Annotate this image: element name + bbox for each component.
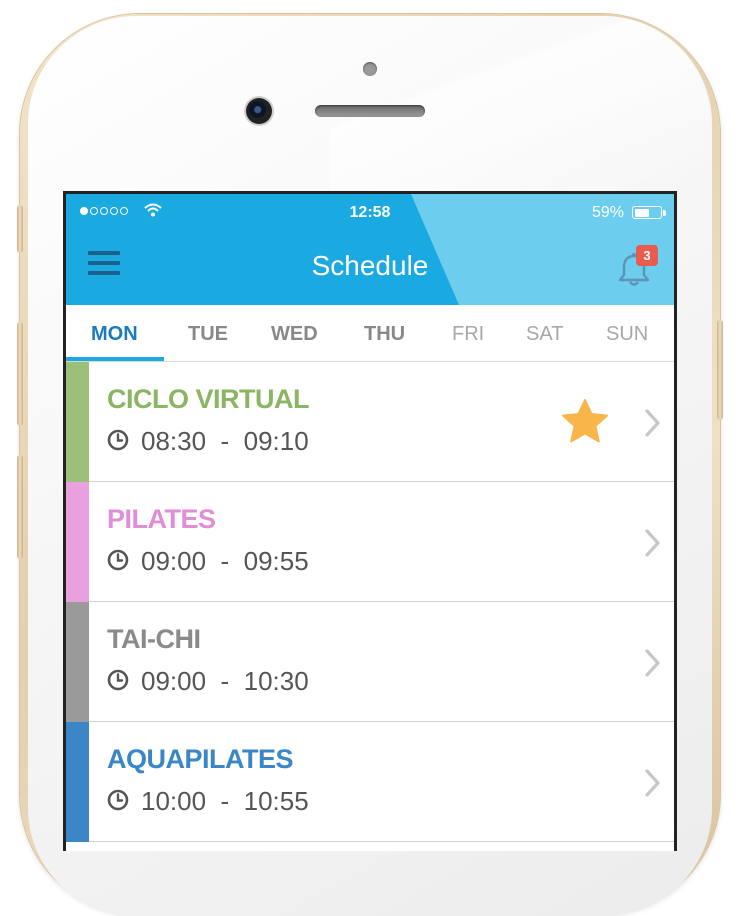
class-end-time: 09:55 bbox=[243, 546, 309, 576]
class-time: 09:00 - 10:30 bbox=[141, 666, 309, 697]
notification-badge: 3 bbox=[636, 245, 658, 266]
class-color-bar bbox=[66, 602, 89, 722]
class-start-time: 08:30 bbox=[141, 426, 207, 456]
volume-up-button bbox=[17, 322, 23, 426]
clock-icon bbox=[107, 669, 129, 691]
chevron-right-icon bbox=[645, 529, 660, 557]
clock-icon bbox=[107, 429, 129, 451]
class-name: PILATES bbox=[107, 504, 216, 534]
page-title: Schedule bbox=[311, 250, 429, 281]
chevron-right-icon bbox=[645, 769, 660, 797]
class-row[interactable]: AQUAPILATES 10:00 - 10:55 bbox=[66, 722, 674, 842]
class-name: TAI-CHI bbox=[107, 624, 201, 654]
class-color-bar bbox=[66, 362, 89, 482]
class-end-time: 10:30 bbox=[243, 666, 309, 696]
class-time: 08:30 - 09:10 bbox=[141, 426, 309, 457]
active-tab-indicator bbox=[66, 357, 164, 361]
class-row[interactable]: PILATES 09:00 - 09:55 bbox=[66, 482, 674, 602]
class-name: AQUAPILATES bbox=[107, 744, 294, 774]
day-tabs: MON TUE WED THU FRI SAT SUN bbox=[66, 305, 674, 362]
class-time-separator: - bbox=[206, 426, 244, 456]
status-bar: 12:58 59% bbox=[66, 194, 674, 230]
tab-fri[interactable]: FRI bbox=[452, 323, 484, 346]
phone-screen: 12:58 59% Schedule 3 MON TUE WED THU FRI… bbox=[63, 191, 677, 851]
tab-mon[interactable]: MON bbox=[91, 323, 138, 346]
class-time: 10:00 - 10:55 bbox=[141, 786, 309, 817]
class-time-separator: - bbox=[206, 666, 244, 696]
class-end-time: 09:10 bbox=[243, 426, 309, 456]
class-end-time: 10:55 bbox=[243, 786, 309, 816]
class-start-time: 10:00 bbox=[141, 786, 207, 816]
tab-sat[interactable]: SAT bbox=[526, 323, 563, 346]
class-start-time: 09:00 bbox=[141, 666, 207, 696]
class-start-time: 09:00 bbox=[141, 546, 207, 576]
battery-percent: 59% bbox=[591, 204, 624, 221]
tab-thu[interactable]: THU bbox=[364, 323, 405, 346]
class-color-bar bbox=[66, 722, 89, 842]
chevron-right-icon bbox=[645, 649, 660, 677]
proximity-sensor bbox=[363, 62, 377, 76]
class-list: CICLO VIRTUAL 08:30 - 09:10 PILATES 09:0… bbox=[66, 362, 674, 842]
star-icon[interactable] bbox=[561, 398, 609, 444]
class-color-bar bbox=[66, 482, 89, 602]
class-time-separator: - bbox=[206, 786, 244, 816]
tab-wed[interactable]: WED bbox=[271, 323, 318, 346]
class-name: CICLO VIRTUAL bbox=[107, 384, 310, 414]
battery-icon bbox=[632, 206, 662, 219]
app-screen: 12:58 59% Schedule 3 MON TUE WED THU FRI… bbox=[66, 194, 674, 851]
battery-level bbox=[634, 208, 649, 217]
earpiece-speaker bbox=[315, 105, 425, 117]
chevron-right-icon bbox=[645, 409, 660, 437]
clock-icon bbox=[107, 549, 129, 571]
front-camera bbox=[246, 98, 272, 124]
mute-switch bbox=[17, 205, 23, 253]
volume-down-button bbox=[17, 455, 23, 559]
class-time-separator: - bbox=[206, 546, 244, 576]
status-time: 12:58 bbox=[349, 204, 391, 221]
battery-tip bbox=[663, 210, 666, 216]
power-button bbox=[717, 320, 723, 420]
tab-sun[interactable]: SUN bbox=[606, 323, 648, 346]
class-row[interactable]: TAI-CHI 09:00 - 10:30 bbox=[66, 602, 674, 722]
class-row[interactable]: CICLO VIRTUAL 08:30 - 09:10 bbox=[66, 362, 674, 482]
class-time: 09:00 - 09:55 bbox=[141, 546, 309, 577]
tab-tue[interactable]: TUE bbox=[188, 323, 228, 346]
app-header: 12:58 59% Schedule 3 bbox=[66, 194, 674, 305]
clock-icon bbox=[107, 789, 129, 811]
